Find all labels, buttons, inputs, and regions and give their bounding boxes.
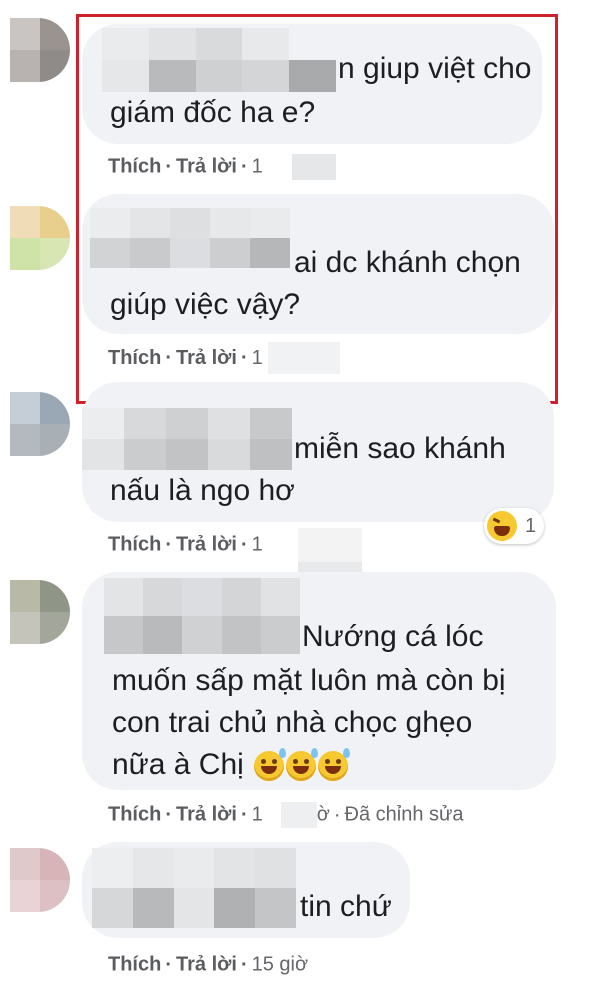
grinning-sweat-face-icon bbox=[254, 748, 287, 782]
reaction-summary[interactable]: 1 bbox=[484, 508, 545, 544]
redacted-name bbox=[104, 578, 300, 654]
timestamp[interactable]: 15 giờ bbox=[252, 954, 308, 976]
reply-button[interactable]: Trả lời bbox=[176, 804, 237, 826]
comment-bubble: tin chứ bbox=[82, 842, 410, 938]
comment-actions: Thích · Trả lời · 1 bbox=[108, 533, 263, 556]
highlight-frame bbox=[76, 14, 558, 404]
grinning-sweat-face-icon bbox=[286, 748, 319, 782]
comment-text: nấu là ngo hơ bbox=[110, 474, 295, 507]
avatar[interactable] bbox=[10, 392, 70, 456]
comment-text: tin chứ bbox=[300, 890, 392, 923]
like-button[interactable]: Thích bbox=[108, 954, 161, 976]
timestamp[interactable]: 1 bbox=[252, 804, 263, 826]
timestamp[interactable]: 1 bbox=[252, 534, 263, 556]
like-button[interactable]: Thích bbox=[108, 804, 161, 826]
avatar[interactable] bbox=[10, 18, 70, 82]
redacted-timestamp bbox=[280, 801, 317, 828]
avatar[interactable] bbox=[10, 848, 70, 912]
comment-bubble: Nướng cá lóc muốn sấp mặt luôn mà còn bị… bbox=[82, 572, 556, 790]
avatar[interactable] bbox=[10, 206, 70, 270]
reply-button[interactable]: Trả lời bbox=[176, 534, 237, 556]
comment-bubble: miễn sao khánh nấu là ngo hơ bbox=[82, 382, 554, 522]
laughing-face-icon bbox=[487, 511, 517, 541]
comment-actions: Thích · Trả lời · 1 ờ · Đã chỉnh sửa bbox=[108, 801, 464, 828]
grinning-sweat-face-icon bbox=[318, 748, 351, 782]
reaction-count: 1 bbox=[525, 514, 537, 537]
comment-text: miễn sao khánh bbox=[294, 432, 506, 465]
comment-text: Nướng cá lóc bbox=[302, 620, 484, 653]
reply-button[interactable]: Trả lời bbox=[176, 954, 237, 976]
redacted-name bbox=[92, 848, 296, 928]
comment-text: con trai chủ nhà chọc ghẹo bbox=[112, 706, 473, 739]
comment-text: muốn sấp mặt luôn mà còn bị bbox=[112, 664, 506, 697]
comment-actions: Thích · Trả lời · 15 giờ bbox=[108, 953, 309, 976]
edited-label[interactable]: Đã chỉnh sửa bbox=[345, 804, 464, 826]
comment-text: nữa à Chị bbox=[112, 744, 351, 786]
redacted-name bbox=[82, 408, 292, 470]
avatar[interactable] bbox=[10, 580, 70, 644]
like-button[interactable]: Thích bbox=[108, 534, 161, 556]
